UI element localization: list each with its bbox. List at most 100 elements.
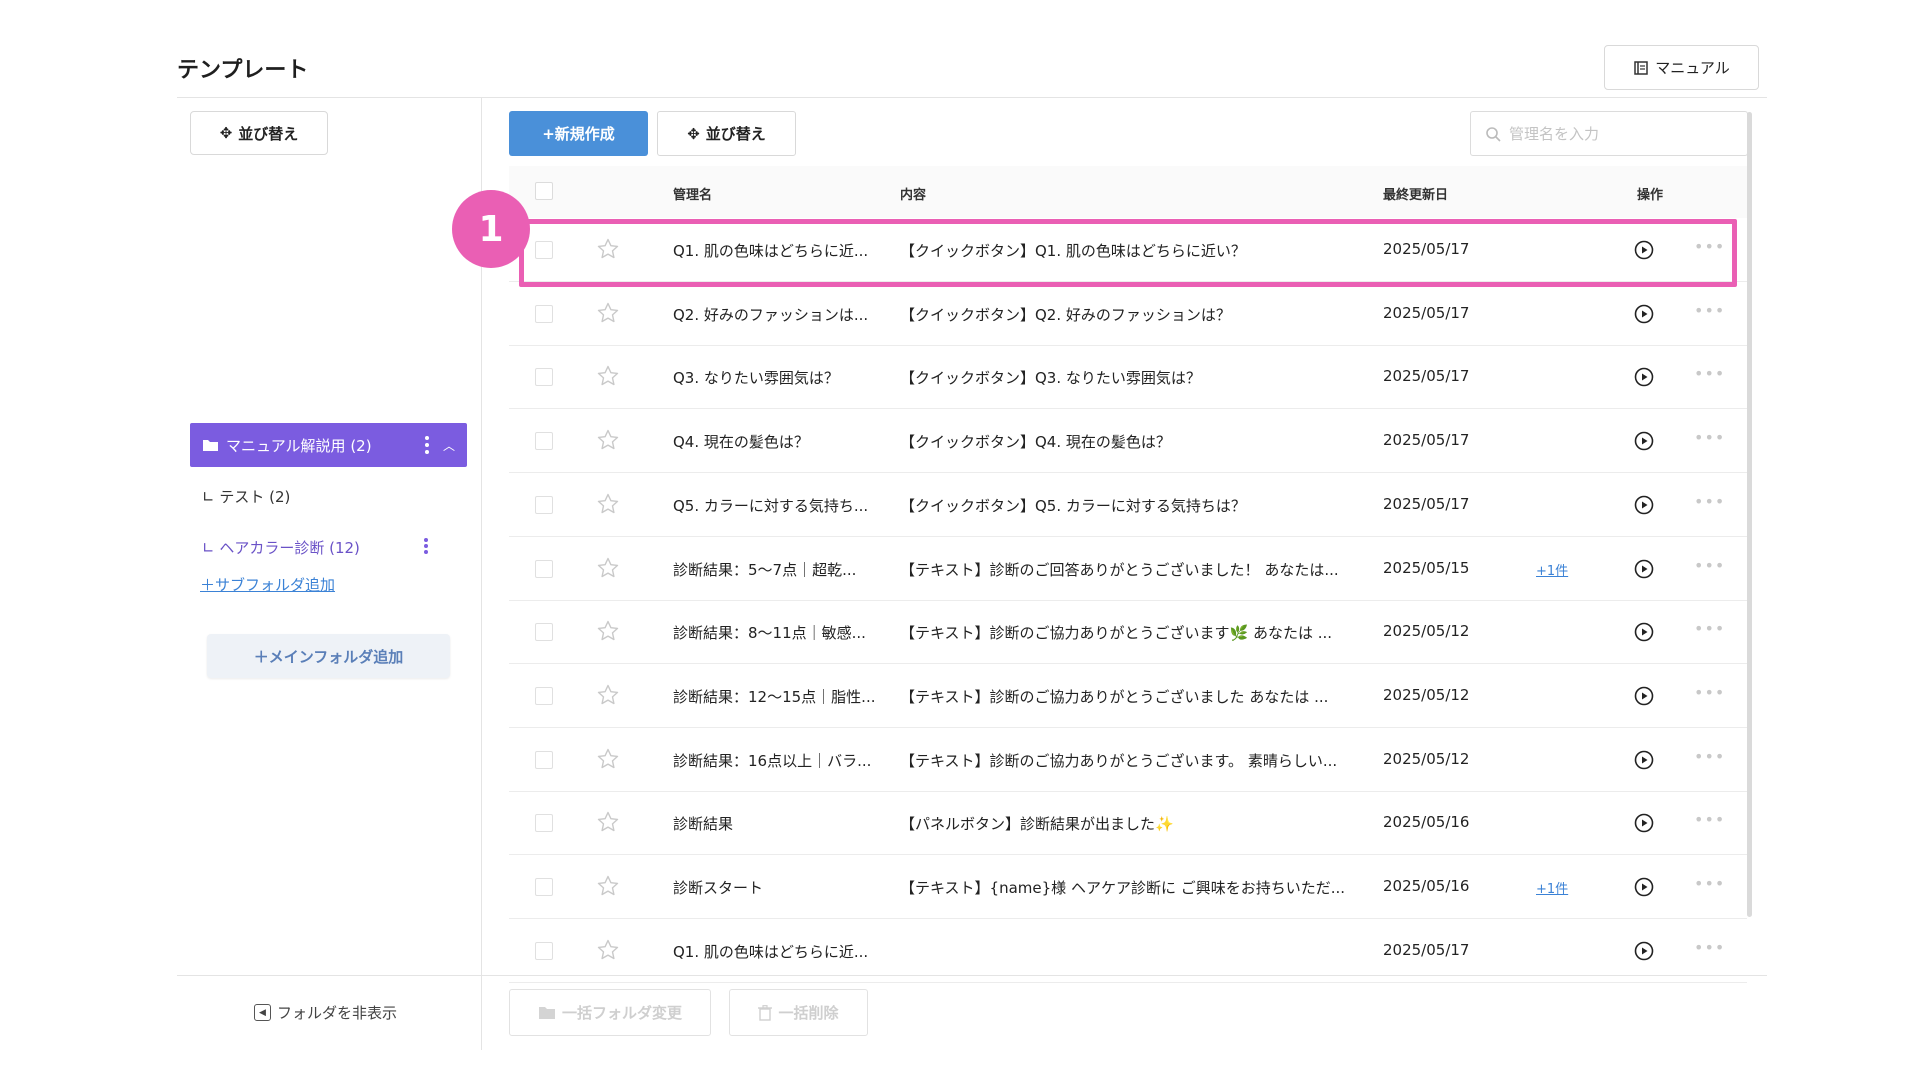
star-icon[interactable] xyxy=(596,619,620,643)
row-checkbox[interactable] xyxy=(535,750,553,769)
row-name[interactable]: Q3. なりたい雰囲気は？ xyxy=(673,367,839,388)
select-all-checkbox[interactable] xyxy=(535,182,553,200)
row-name[interactable]: Q4. 現在の髪色は？ xyxy=(673,431,809,452)
row-name[interactable]: Q1. 肌の色味はどちらに近... xyxy=(673,941,868,962)
table-row[interactable]: Q4. 現在の髪色は？ 【クイックボタン】Q4. 現在の髪色は？ 2025/05/1… xyxy=(509,410,1747,474)
table-row[interactable]: Q2. 好みのファッションは... 【クイックボタン】Q2. 好みのファッションは… xyxy=(509,283,1747,346)
row-checkbox[interactable] xyxy=(535,495,553,514)
scrollbar[interactable] xyxy=(1747,112,1752,917)
more-options-icon[interactable]: ••• xyxy=(1694,556,1725,575)
row-date: 2025/05/12 xyxy=(1383,749,1470,768)
star-icon[interactable] xyxy=(596,301,620,325)
row-checkbox[interactable] xyxy=(535,623,553,642)
star-icon[interactable] xyxy=(596,556,620,580)
sort-button[interactable]: ✥ 並び替え xyxy=(657,111,796,156)
row-name[interactable]: 診断スタート xyxy=(673,877,763,898)
row-name[interactable]: 診断結果：8〜11点｜敏感... xyxy=(673,622,866,643)
sidebar-subfolder-haircolor[interactable]: ∟ ヘアカラー診断 (12) xyxy=(202,537,360,558)
table-row[interactable]: 診断結果：5〜7点｜超乾... 【テキスト】診断のご回答ありがとうございました！ … xyxy=(509,538,1747,601)
search-box[interactable] xyxy=(1470,111,1748,156)
table-row[interactable]: 診断結果：16点以上｜バラ... 【テキスト】診断のご協力ありがとうございます。 … xyxy=(509,729,1747,792)
play-icon[interactable] xyxy=(1634,367,1654,387)
sort-label: 並び替え xyxy=(705,125,766,143)
star-icon[interactable] xyxy=(596,874,620,898)
row-name[interactable]: 診断結果：16点以上｜バラ... xyxy=(673,750,871,771)
manual-button[interactable]: マニュアル xyxy=(1604,45,1759,90)
row-name[interactable]: Q5. カラーに対する気持ち... xyxy=(673,495,868,516)
play-icon[interactable] xyxy=(1634,941,1654,961)
row-date: 2025/05/17 xyxy=(1383,940,1470,959)
star-icon[interactable] xyxy=(596,938,620,962)
star-icon[interactable] xyxy=(596,364,620,388)
kebab-menu-icon[interactable] xyxy=(425,435,429,455)
row-name[interactable]: 診断結果：5〜7点｜超乾... xyxy=(673,559,856,580)
row-name[interactable]: Q2. 好みのファッションは... xyxy=(673,304,868,325)
more-options-icon[interactable]: ••• xyxy=(1694,874,1725,893)
play-icon[interactable] xyxy=(1634,559,1654,579)
table-row[interactable]: Q3. なりたい雰囲気は？ 【クイックボタン】Q3. なりたい雰囲気は？ 2025/… xyxy=(509,346,1747,410)
bulk-delete-label: 一括削除 xyxy=(778,1004,839,1022)
folder-open-icon xyxy=(203,440,218,451)
play-icon[interactable] xyxy=(1634,431,1654,451)
new-template-button[interactable]: +新規作成 xyxy=(509,111,648,156)
chevron-up-icon[interactable]: ︿ xyxy=(443,437,455,454)
play-icon[interactable] xyxy=(1634,750,1654,770)
star-icon[interactable] xyxy=(596,428,620,452)
add-mainfolder-button[interactable]: ＋メインフォルダ追加 xyxy=(207,634,450,678)
play-icon[interactable] xyxy=(1634,622,1654,642)
play-icon[interactable] xyxy=(1634,813,1654,833)
more-options-icon[interactable]: ••• xyxy=(1694,492,1725,511)
kebab-menu-icon[interactable] xyxy=(424,537,428,555)
more-options-icon[interactable]: ••• xyxy=(1694,619,1725,638)
play-icon[interactable] xyxy=(1634,686,1654,706)
table-row[interactable]: 診断スタート 【テキスト】{name}様 ヘアケア診断に ご興味をお持ちいただ..… xyxy=(509,856,1747,919)
add-subfolder-link[interactable]: ＋サブフォルダ追加 xyxy=(200,574,335,595)
bulk-folder-change-button[interactable]: 一括フォルダ変更 xyxy=(509,989,711,1036)
row-extra-link[interactable]: +1件 xyxy=(1536,560,1568,579)
sidebar-folder-active[interactable]: マニュアル解説用 (2) ︿ xyxy=(190,423,467,467)
more-options-icon[interactable]: ••• xyxy=(1694,938,1725,957)
row-content: 【クイックボタン】Q5. カラーに対する気持ちは？ xyxy=(900,496,1246,515)
play-icon[interactable] xyxy=(1634,304,1654,324)
hide-folder-button[interactable]: ◀ フォルダを非表示 xyxy=(254,1002,397,1023)
search-input[interactable] xyxy=(1509,124,1709,143)
row-date: 2025/05/16 xyxy=(1383,813,1470,832)
more-options-icon[interactable]: ••• xyxy=(1694,364,1725,383)
more-options-icon[interactable]: ••• xyxy=(1694,683,1725,702)
star-icon[interactable] xyxy=(596,810,620,834)
row-content: 【テキスト】診断のご協力ありがとうございます。 素晴らしい... xyxy=(900,751,1338,770)
row-extra-link[interactable]: +1件 xyxy=(1536,878,1568,897)
row-checkbox[interactable] xyxy=(535,368,553,387)
sidebar-sort-button[interactable]: ✥ 並び替え xyxy=(190,111,328,155)
row-checkbox[interactable] xyxy=(535,432,553,451)
more-options-icon[interactable]: ••• xyxy=(1694,301,1725,320)
table-row[interactable]: Q1. 肌の色味はどちらに近... 2025/05/17 ••• xyxy=(509,920,1747,983)
more-options-icon[interactable]: ••• xyxy=(1694,747,1725,766)
row-content: 【テキスト】診断のご協力ありがとうございます🌿 あなたは ... xyxy=(900,624,1333,643)
sidebar-subfolder-test[interactable]: ∟ テスト (2) xyxy=(202,486,290,507)
table-header: 管理名 内容 最終更新日 操作 xyxy=(509,166,1747,218)
row-checkbox[interactable] xyxy=(535,878,553,896)
row-checkbox[interactable] xyxy=(535,559,553,578)
row-name[interactable]: 診断結果 xyxy=(673,813,733,834)
table-row[interactable]: Q5. カラーに対する気持ち... 【クイックボタン】Q5. カラーに対する気持ち… xyxy=(509,474,1747,537)
row-name[interactable]: 診断結果：12〜15点｜脂性... xyxy=(673,686,875,707)
play-icon[interactable] xyxy=(1634,877,1654,897)
move-icon: ✥ xyxy=(219,124,233,142)
table-row[interactable]: 診断結果：12〜15点｜脂性... 【テキスト】診断のご協力ありがとうございました… xyxy=(509,665,1747,728)
more-options-icon[interactable]: ••• xyxy=(1694,428,1725,447)
row-checkbox[interactable] xyxy=(535,686,553,705)
table-row[interactable]: 診断結果 【パネルボタン】診断結果が出ました✨ 2025/05/16 ••• xyxy=(509,792,1747,856)
row-checkbox[interactable] xyxy=(535,304,553,323)
star-icon[interactable] xyxy=(596,683,620,707)
row-checkbox[interactable] xyxy=(535,814,553,833)
row-checkbox[interactable] xyxy=(535,941,553,960)
star-icon[interactable] xyxy=(596,747,620,771)
star-icon[interactable] xyxy=(596,492,620,516)
more-options-icon[interactable]: ••• xyxy=(1694,810,1725,829)
bulk-delete-button[interactable]: 一括削除 xyxy=(729,989,868,1036)
active-folder-label: マニュアル解説用 (2) xyxy=(226,436,372,455)
play-icon[interactable] xyxy=(1634,495,1654,515)
header-actions: 操作 xyxy=(1637,188,1664,203)
table-row[interactable]: 診断結果：8〜11点｜敏感... 【テキスト】診断のご協力ありがとうございます🌿 … xyxy=(509,601,1747,665)
